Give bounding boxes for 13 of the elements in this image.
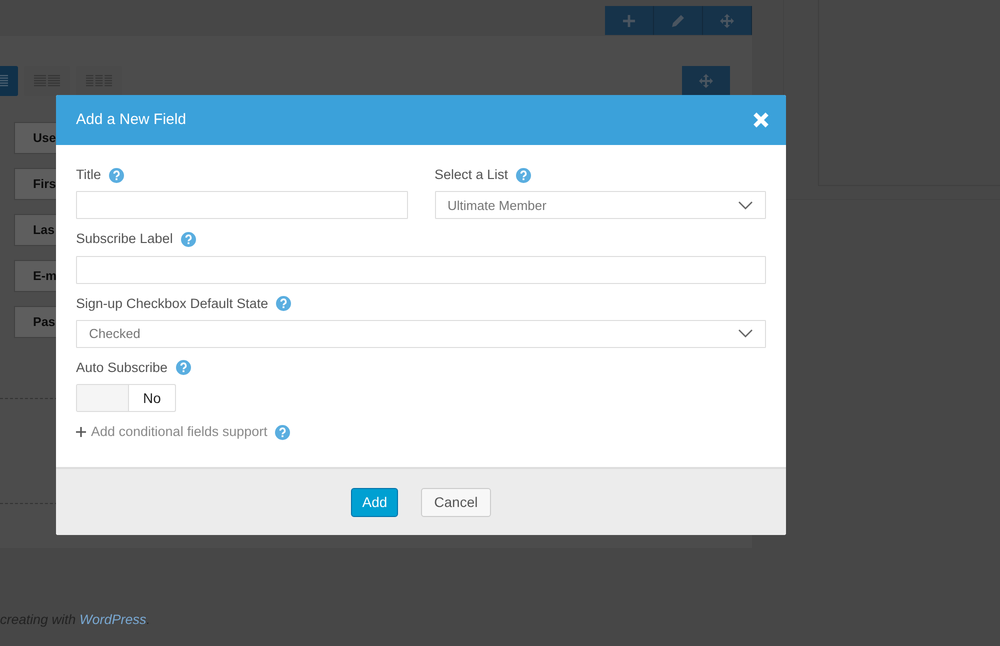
field-label: Auto Subscribe	[76, 358, 168, 377]
select-field[interactable]: Ultimate Member	[434, 191, 766, 220]
field-label: Sign-up Checkbox Default State	[76, 294, 268, 313]
wordpress-link[interactable]: WordPress	[80, 612, 146, 627]
dialog-title: Add a New Field	[76, 111, 186, 129]
add-button[interactable]: Add	[351, 488, 398, 517]
add-conditional-link[interactable]: Add conditional fields support	[76, 422, 268, 442]
field-label: Subscribe Label	[76, 230, 173, 248]
select-field[interactable]: Checked	[76, 320, 766, 348]
field-label: Select a List	[434, 166, 508, 184]
field-label: Title	[76, 166, 102, 184]
cancel-button[interactable]: Cancel	[421, 488, 491, 517]
toggle-switch[interactable]: No	[76, 384, 176, 412]
